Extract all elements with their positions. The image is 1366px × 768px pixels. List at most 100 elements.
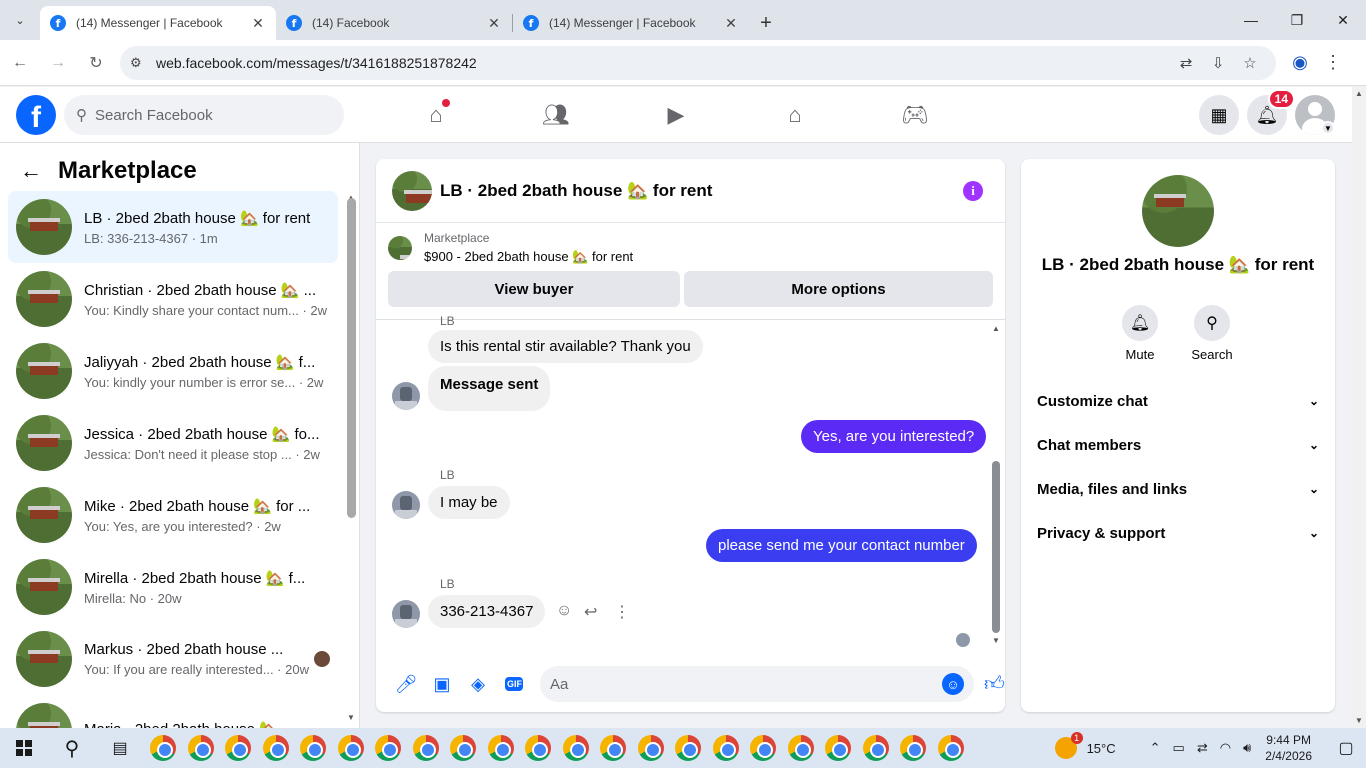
home-icon[interactable]: ⌂ [420,99,452,131]
chrome-icon[interactable] [375,735,401,761]
media-files-links-section[interactable]: Media, files and links ⌄ [1037,467,1319,511]
tab-close-icon[interactable]: ✕ [486,15,502,32]
page-scrollbar[interactable]: ▲ ▼ [1352,87,1366,727]
tab-close-icon[interactable]: ✕ [250,15,266,32]
translate-icon[interactable]: ⇄ [1170,54,1202,72]
list-item[interactable]: Maria · 2bed 2bath house 🏡 ... [8,695,338,728]
emoji-icon[interactable]: ☺ [942,673,964,695]
sender-avatar[interactable] [392,382,420,410]
friends-icon[interactable]: 👥︎ [540,99,572,131]
chrome-icon[interactable] [937,735,964,761]
scroll-down-arrow-icon[interactable]: ▼ [347,713,355,722]
sidebar-scrollbar[interactable] [347,198,356,518]
chrome-icon[interactable] [637,735,664,761]
url-text[interactable]: web.facebook.com/messages/t/341618825187… [152,55,1170,71]
message-input[interactable] [550,675,942,693]
chevron-up-icon[interactable]: ⌃ [1150,740,1161,756]
chrome-icon[interactable] [412,735,439,761]
minimize-icon[interactable]: — [1228,0,1274,40]
reload-icon[interactable]: ↻ [78,45,114,81]
address-bar[interactable]: ⚙ web.facebook.com/messages/t/3416188251… [120,45,1276,80]
chrome-icon[interactable] [787,735,814,761]
customize-chat-section[interactable]: Customize chat ⌄ [1037,379,1319,423]
chrome-icon[interactable] [487,735,514,761]
microphone-icon[interactable]: 🎤︎ [388,666,424,702]
gaming-icon[interactable]: 🎮︎ [899,99,931,131]
install-app-icon[interactable]: ⇩ [1202,54,1234,72]
message-bubble-outgoing[interactable]: Yes, are you interested? [801,420,987,453]
chat-members-section[interactable]: Chat members ⌄ [1037,423,1319,467]
chevron-down-icon[interactable]: ▼ [1321,121,1335,135]
privacy-support-section[interactable]: Privacy & support ⌄ [1037,511,1319,555]
chrome-icon[interactable] [337,735,364,761]
new-tab-plus-icon[interactable]: + [749,6,783,40]
display-icon[interactable]: ▭ [1173,740,1185,756]
chrome-icon[interactable] [562,735,589,761]
temperature[interactable]: 15°C [1087,741,1116,756]
more-options-button[interactable]: More options [684,271,993,307]
chrome-icon[interactable] [750,735,776,761]
message-bubble-incoming[interactable]: 336-213-4367 [428,595,546,628]
message-bubble-incoming[interactable]: Message sent [428,366,551,411]
info-icon[interactable]: i [963,181,983,201]
chrome-icon[interactable] [900,735,926,761]
weather-icon[interactable]: 1 [1054,732,1083,759]
chat-avatar[interactable] [392,170,432,211]
back-arrow-icon[interactable]: ← [20,158,42,184]
volume-icon[interactable]: 🔊︎ [1243,740,1251,756]
listing-title[interactable]: $900 - 2bed 2bath house 🏡 for rent [424,249,633,265]
window-close-icon[interactable]: ✕ [1320,0,1366,40]
scroll-up-arrow-icon[interactable]: ▲ [1355,89,1363,98]
back-arrow-icon[interactable]: ← [2,45,38,81]
sticker-icon[interactable]: ◈ [460,666,496,702]
chrome-icon[interactable] [712,735,739,761]
notification-center-icon[interactable]: ▢ [1326,738,1366,758]
windows-start-icon[interactable] [0,728,48,768]
menu-grid-icon[interactable]: ▦ [1199,95,1239,135]
chrome-icon[interactable] [150,735,176,761]
facebook-search-box[interactable]: ⚲ Search Facebook [64,95,344,135]
scroll-down-arrow-icon[interactable]: ▼ [1355,716,1363,725]
gif-icon[interactable]: GIF [496,666,532,702]
scroll-down-arrow-icon[interactable]: ▼ [992,636,1000,645]
browser-tab-3[interactable]: f (14) Messenger | Facebook ✕ [513,6,749,40]
wifi-icon[interactable]: ◠ [1220,740,1231,756]
list-item[interactable]: Mirella · 2bed 2bath house 🏡 f... Mirella… [8,551,338,623]
thumbs-up-icon[interactable]: 👍︎ [984,672,1005,696]
chrome-icon[interactable] [525,735,551,761]
tab-close-icon[interactable]: ✕ [723,15,739,32]
browser-tab-2[interactable]: f (14) Facebook ✕ [276,6,512,40]
list-item[interactable]: Mike · 2bed 2bath house 🏡 for ... You: Ye… [8,479,338,551]
search-placeholder[interactable]: Search Facebook [95,107,213,124]
chrome-icon[interactable] [825,735,851,761]
chrome-icon[interactable] [225,735,251,761]
more-icon[interactable]: ⋮ [614,602,630,622]
browser-tab-1[interactable]: f (14) Messenger | Facebook ✕ [40,6,276,40]
reply-icon[interactable]: ↩ [584,602,597,622]
browser-profile-icon[interactable]: ◉ [1282,45,1318,81]
chrome-icon[interactable] [675,735,701,761]
message-bubble-incoming[interactable]: I may be [428,486,510,519]
browser-menu-icon[interactable]: ⋮ [1318,52,1348,73]
language-icon[interactable]: ⇄ [1197,740,1208,756]
chrome-icon[interactable] [600,735,626,761]
marketplace-icon[interactable]: ⌂ [779,99,811,131]
list-item[interactable]: Jaliyyah · 2bed 2bath house 🏡 f... You: k… [8,335,338,407]
react-emoji-icon[interactable]: ☺ [556,602,572,620]
chrome-icon[interactable] [450,735,476,761]
task-view-icon[interactable]: ▤ [96,738,144,758]
video-icon[interactable]: ▶ [660,99,692,131]
chrome-icon[interactable] [187,735,214,761]
site-info-icon[interactable]: ⚙ [130,55,152,71]
list-item[interactable]: Jessica · 2bed 2bath house 🏡 fo... Jessic… [8,407,338,479]
search-button[interactable]: ⚲ Search [1182,305,1242,362]
restore-icon[interactable]: ❐ [1274,0,1320,40]
list-item[interactable]: LB · 2bed 2bath house 🏡 for rent LB: 336-… [8,191,338,263]
sender-avatar[interactable] [392,491,420,519]
chat-title[interactable]: LB · 2bed 2bath house 🏡 for rent [440,181,712,201]
mute-button[interactable]: 🔔︎ Mute [1110,305,1170,362]
scroll-up-arrow-icon[interactable]: ▲ [992,324,1000,333]
tab-search-dropdown-icon[interactable]: ⌄ [0,0,40,40]
chrome-icon[interactable] [862,735,889,761]
sender-avatar[interactable] [392,600,420,628]
